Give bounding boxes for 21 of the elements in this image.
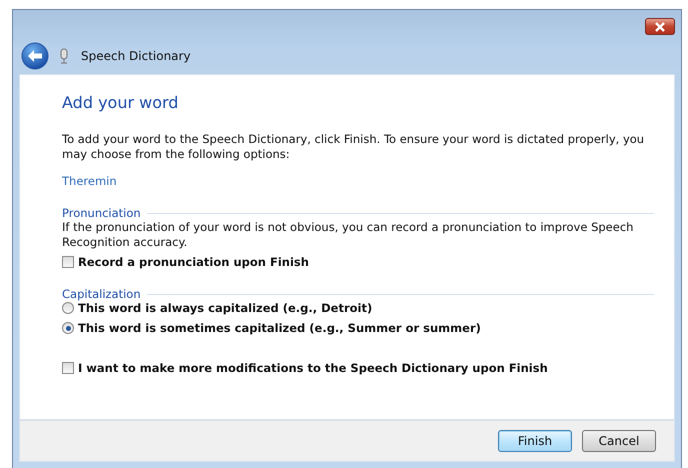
word-text: Theremin [62,174,118,188]
checkbox[interactable] [62,362,74,374]
section-title: Capitalization [62,287,141,301]
option-label: Record a pronunciation upon Finish [78,255,309,269]
section-title: Pronunciation [62,206,141,220]
radio-button[interactable] [62,322,74,334]
close-button[interactable] [645,18,675,35]
option-label: This word is sometimes capitalized (e.g., Summer or summer) [78,321,481,335]
finish-button[interactable]: Finish [498,430,572,452]
option-label: I want to make more modifications to the Speech Dictionary upon Finish [78,361,548,375]
window-title: Speech Dictionary [81,49,191,63]
intro-text: To add your word to the Speech Dictionary, click Finish. To ensure your word is dictated properly, you may choose from the following options: [62,132,646,162]
page-heading: Add your word [62,93,180,112]
cancel-button[interactable]: Cancel [582,430,656,452]
checkbox[interactable] [62,256,74,268]
back-button[interactable] [21,42,49,70]
radio-button[interactable] [62,302,74,314]
close-icon [654,22,666,32]
microphone-icon [59,48,69,64]
option-label: This word is always capitalized (e.g., Detroit) [78,301,372,315]
section-text: If the pronunciation of your word is not obvious, you can record a pronunciation to improve Speech Recognition accuracy. [62,220,634,250]
